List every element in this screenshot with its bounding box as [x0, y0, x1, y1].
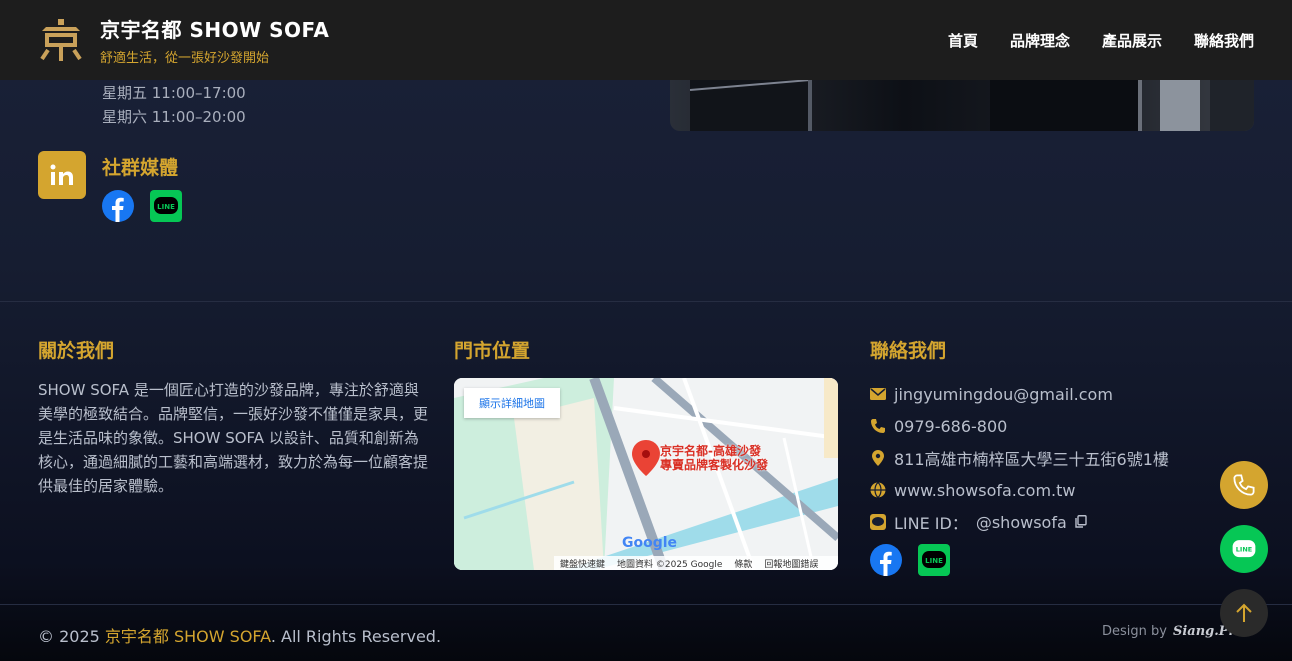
- phone-icon: [870, 418, 886, 434]
- site-header: 京宇名都 SHOW SOFA 舒適生活，從一張好沙發開始 首頁 品牌理念 產品展…: [0, 0, 1292, 80]
- footer-divider: [0, 604, 1292, 605]
- nav-home[interactable]: 首頁: [948, 30, 978, 51]
- about-text: SHOW SOFA 是一個匠心打造的沙發品牌，專注於舒適與美學的極致結合。品牌堅…: [38, 381, 429, 495]
- brand-tagline: 舒適生活，從一張好沙發開始: [100, 51, 270, 66]
- envelope-icon: [870, 386, 886, 402]
- floating-line-button[interactable]: LINE: [1220, 525, 1268, 573]
- back-to-top-button[interactable]: [1220, 589, 1268, 637]
- store-map[interactable]: 顯示詳細地圖 京宇名都-高雄沙發 專賣品牌客製化沙發 Google 鍵盤快速鍵 …: [454, 378, 838, 570]
- nav-brand-concept[interactable]: 品牌理念: [1010, 30, 1070, 51]
- social-media-section: 社群媒體 LINE: [38, 151, 182, 222]
- globe-icon: [870, 482, 886, 498]
- floating-line-icon: LINE: [1232, 540, 1256, 558]
- svg-text:LINE: LINE: [1236, 545, 1252, 553]
- nav-products[interactable]: 產品展示: [1102, 30, 1162, 51]
- brand-logo-icon: [40, 19, 82, 61]
- svg-text:LINE: LINE: [925, 557, 943, 565]
- copyright-brand: 京宇名都 SHOW SOFA: [104, 627, 271, 646]
- map-report-error[interactable]: 回報地圖錯誤: [764, 557, 818, 570]
- social-title: 社群媒體: [102, 157, 179, 179]
- copyright: © 2025 京宇名都 SHOW SOFA. All Rights Reserv…: [38, 627, 442, 646]
- store-title: 門市位置: [454, 340, 531, 362]
- footer-line-icon[interactable]: LINE: [918, 544, 950, 576]
- contact-phone[interactable]: 0979-686-800: [870, 410, 1169, 442]
- map-data-credit: 地圖資料 ©2025 Google: [617, 559, 723, 570]
- map-keyboard-shortcuts[interactable]: 鍵盤快速鍵: [560, 557, 605, 570]
- contact-website[interactable]: www.showsofa.com.tw: [870, 474, 1169, 506]
- linkedin-icon: [38, 151, 86, 199]
- hours-friday: 星期五 11:00–17:00: [102, 84, 246, 102]
- floating-call-button[interactable]: [1220, 461, 1268, 509]
- brand[interactable]: 京宇名都 SHOW SOFA 舒適生活，從一張好沙發開始: [38, 14, 329, 66]
- opening-hours: 星期五 11:00–17:00 星期六 11:00–20:00: [102, 81, 246, 129]
- map-pin-icon: [870, 450, 886, 466]
- contact-email[interactable]: jingyumingdou@gmail.com: [870, 378, 1169, 410]
- nav-contact[interactable]: 聯絡我們: [1194, 30, 1254, 51]
- contact-line[interactable]: LINE ID： @showsofa: [870, 506, 1169, 538]
- section-divider: [0, 301, 1292, 302]
- copy-icon[interactable]: [1075, 513, 1087, 532]
- facebook-icon[interactable]: [102, 190, 134, 222]
- map-footer: 鍵盤快速鍵 地圖資料 ©2025 Google 條款 回報地圖錯誤: [554, 556, 838, 570]
- hours-saturday: 星期六 11:00–20:00: [102, 108, 246, 126]
- svg-text:LINE: LINE: [157, 203, 175, 211]
- line-icon[interactable]: LINE: [150, 190, 182, 222]
- brand-title: 京宇名都 SHOW SOFA: [100, 18, 330, 42]
- main-nav: 首頁 品牌理念 產品展示 聯絡我們: [948, 30, 1254, 51]
- line-chat-icon: [870, 514, 886, 530]
- floating-phone-icon: [1233, 474, 1255, 496]
- footer-facebook-icon[interactable]: [870, 544, 902, 576]
- arrow-up-icon: [1236, 603, 1252, 622]
- map-detail-link[interactable]: 顯示詳細地圖: [464, 388, 560, 418]
- contact-list: jingyumingdou@gmail.com 0979-686-800 811…: [870, 378, 1169, 576]
- contact-address: 811高雄市楠梓區大學三十五街6號1樓: [870, 442, 1169, 474]
- map-pin-label: 京宇名都-高雄沙發 專賣品牌客製化沙發: [660, 444, 769, 472]
- contact-title: 聯絡我們: [870, 340, 947, 362]
- map-terms[interactable]: 條款: [734, 557, 752, 570]
- about-title: 關於我們: [38, 340, 115, 362]
- google-logo: Google: [622, 535, 678, 551]
- design-credit[interactable]: Design by Siang.Pro: [1102, 624, 1244, 639]
